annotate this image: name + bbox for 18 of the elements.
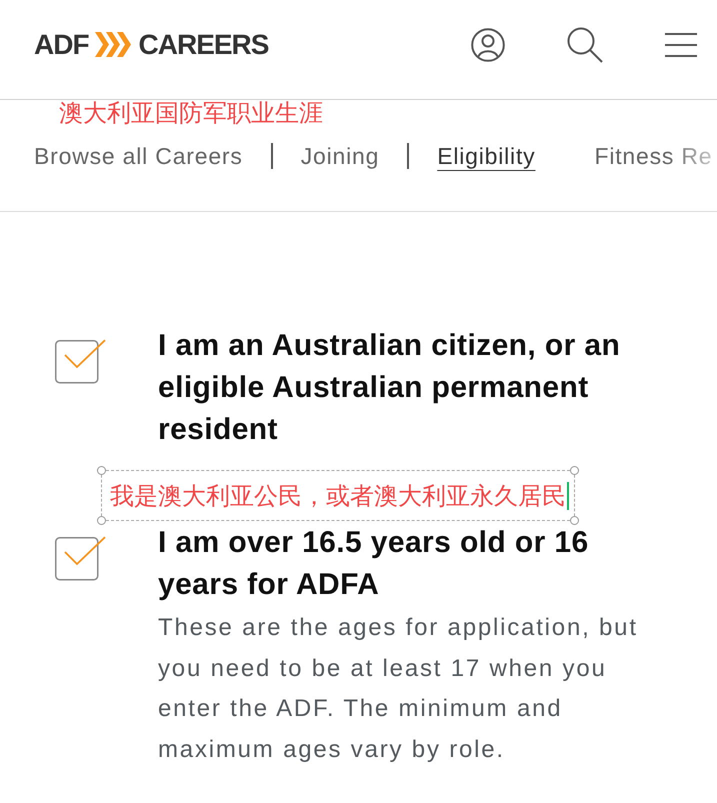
text-cursor xyxy=(567,482,569,510)
nav-link[interactable]: Joining xyxy=(300,141,380,171)
user-icon[interactable] xyxy=(471,28,505,62)
criterion-title: I am over 16.5 years old or 16 years for ADFA xyxy=(158,525,590,603)
logo-link[interactable]: ADF CAREERS xyxy=(34,30,268,58)
translation-text: 澳大利亚国防军职业生涯 xyxy=(59,100,323,126)
nav-link[interactable]: Browse all Careers xyxy=(34,141,243,171)
menu-icon[interactable] xyxy=(665,32,697,56)
resize-handle[interactable] xyxy=(570,516,579,525)
resize-handle[interactable] xyxy=(570,466,579,475)
resize-handle[interactable] xyxy=(97,516,106,525)
criterion-description: These are the ages for application, but you need to be at least 17 when you enter the ADF. The minimum and maximum ages vary by role. xyxy=(158,613,639,764)
criterion-title: I am an Australian citizen, or an eligible Australian permanent resident xyxy=(158,328,622,448)
resize-handle[interactable] xyxy=(97,466,106,475)
nav-link[interactable]: Fitness Re xyxy=(594,141,712,171)
chevrons-icon xyxy=(94,32,131,57)
search-icon[interactable] xyxy=(567,26,603,62)
nav-link[interactable]: Eligibility xyxy=(437,141,536,171)
